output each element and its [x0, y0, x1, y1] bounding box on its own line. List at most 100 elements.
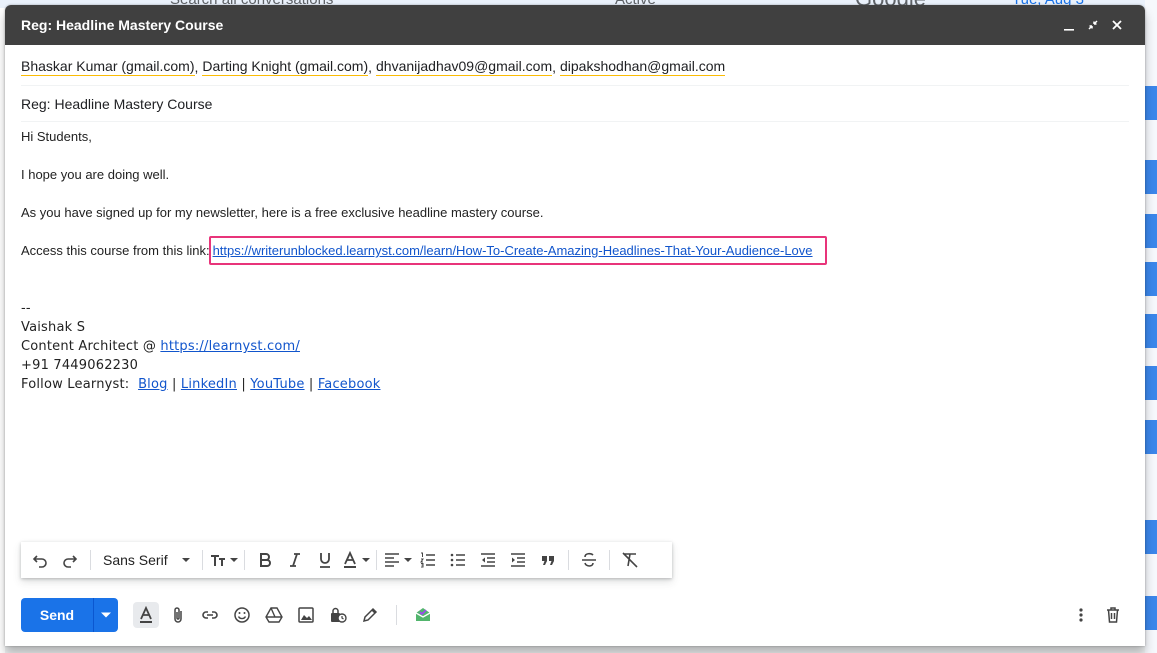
subject-field[interactable]: Reg: Headline Mastery Course: [21, 86, 1129, 122]
background-strip: [1145, 214, 1157, 248]
signature-name: Vaishak S: [21, 320, 86, 335]
body-greeting: Hi Students,: [21, 129, 92, 144]
redo-button[interactable]: [56, 546, 84, 574]
strikethrough-icon: [581, 552, 596, 567]
bold-button[interactable]: [251, 546, 279, 574]
compose-title: Reg: Headline Mastery Course: [21, 17, 224, 33]
background-strip: [1145, 596, 1157, 630]
indent-less-icon: [480, 553, 495, 567]
more-options-button[interactable]: [1065, 599, 1097, 631]
blog-link[interactable]: Blog: [138, 377, 168, 392]
recipients-field[interactable]: Bhaskar Kumar (gmail.com), Darting Knigh…: [21, 49, 1129, 86]
align-button[interactable]: [383, 546, 412, 574]
chevron-down-icon: [101, 612, 111, 618]
text-format-icon: [140, 606, 152, 623]
chevron-down-icon: [229, 558, 238, 562]
learnyst-link[interactable]: https://learnyst.com/: [160, 339, 300, 354]
text-color-icon: [343, 551, 356, 568]
recipient-chip[interactable]: Darting Knight (gmail.com): [202, 58, 369, 76]
indent-more-button[interactable]: [504, 546, 532, 574]
insert-signature-button[interactable]: [354, 599, 386, 631]
insert-link-button[interactable]: [194, 599, 226, 631]
recipient-separator: ,: [368, 59, 373, 75]
youtube-link[interactable]: YouTube: [250, 377, 304, 392]
font-family-select[interactable]: Sans Serif: [97, 546, 196, 574]
signature-dashes: --: [21, 301, 31, 316]
text-size-icon: [210, 555, 225, 566]
underline-icon: [319, 553, 330, 568]
bold-icon: [259, 553, 271, 567]
background-strip: [1145, 314, 1157, 348]
italic-button[interactable]: [281, 546, 309, 574]
strikethrough-button[interactable]: [575, 546, 603, 574]
formatting-toolbar: Sans Serif: [21, 542, 672, 578]
toolbar-divider: [567, 550, 569, 570]
compose-titlebar[interactable]: Reg: Headline Mastery Course: [5, 5, 1145, 45]
toolbar-divider: [375, 550, 377, 570]
bottom-toolbar: Send: [21, 598, 1129, 632]
text-color-button[interactable]: [341, 546, 370, 574]
background-right-edge: [1145, 0, 1157, 653]
font-size-button[interactable]: [209, 546, 238, 574]
toolbar-divider: [243, 550, 245, 570]
recipient-separator: ,: [552, 59, 556, 75]
chevron-down-icon: [403, 558, 412, 562]
facebook-link[interactable]: Facebook: [318, 377, 381, 392]
insert-emoji-button[interactable]: [226, 599, 258, 631]
addon-button[interactable]: [407, 599, 439, 631]
redo-icon: [63, 555, 78, 568]
background-strip: [1145, 262, 1157, 296]
discard-draft-button[interactable]: [1097, 599, 1129, 631]
undo-icon: [32, 555, 47, 568]
remove-formatting-icon: [622, 552, 638, 568]
compose-window: Reg: Headline Mastery Course Bhaskar Kum…: [5, 5, 1145, 646]
send-button[interactable]: Send: [21, 598, 93, 632]
italic-icon: [289, 553, 300, 567]
signature-role-prefix: Content Architect @: [21, 339, 161, 354]
pen-icon: [362, 607, 378, 623]
chevron-down-icon: [181, 558, 190, 562]
course-link[interactable]: https://writerunblocked.learnyst.com/lea…: [213, 243, 813, 258]
font-family-value: Sans Serif: [103, 552, 168, 568]
recipient-chip[interactable]: dhvanijadhav09@gmail.com: [376, 58, 553, 76]
background-strip: [1145, 160, 1157, 194]
toolbar-divider: [396, 605, 397, 625]
tracking-addon-icon: [415, 608, 431, 621]
paperclip-icon: [174, 607, 182, 623]
emoji-icon: [234, 607, 250, 623]
bulleted-list-icon: [450, 553, 465, 567]
close-icon: [1112, 20, 1122, 30]
highlight-box: https://writerunblocked.learnyst.com/lea…: [208, 236, 827, 265]
toolbar-divider: [90, 550, 91, 570]
insert-drive-button[interactable]: [258, 599, 290, 631]
link-icon: [202, 611, 218, 619]
expand-button[interactable]: [1081, 13, 1105, 37]
minimize-button[interactable]: [1057, 13, 1081, 37]
expand-icon: [1088, 20, 1098, 30]
close-button[interactable]: [1105, 13, 1129, 37]
linkedin-link[interactable]: LinkedIn: [181, 377, 237, 392]
signature-role: Content Architect @ https://learnyst.com…: [21, 339, 300, 354]
background-strip: [1145, 86, 1157, 120]
numbered-list-button[interactable]: [414, 546, 442, 574]
remove-formatting-button[interactable]: [616, 546, 644, 574]
recipient-separator: ,: [194, 59, 199, 75]
indent-less-button[interactable]: [474, 546, 502, 574]
schedule-send-button[interactable]: [93, 598, 118, 632]
formatting-options-button[interactable]: [133, 602, 159, 628]
attach-file-button[interactable]: [162, 599, 194, 631]
background-strip: [1145, 520, 1157, 554]
signature-follow: Follow Learnyst: Blog | LinkedIn | YouTu…: [21, 377, 381, 392]
undo-button[interactable]: [26, 546, 54, 574]
subject-text: Reg: Headline Mastery Course: [21, 95, 213, 112]
quote-button[interactable]: [534, 546, 562, 574]
recipient-chip[interactable]: dipakshodhan@gmail.com: [560, 58, 726, 76]
underline-button[interactable]: [311, 546, 339, 574]
recipient-chip[interactable]: Bhaskar Kumar (gmail.com): [21, 58, 195, 76]
insert-photo-button[interactable]: [290, 599, 322, 631]
quote-icon: [541, 556, 554, 565]
signature-phone: +91 7449062230: [21, 358, 139, 373]
confidential-mode-button[interactable]: [322, 599, 354, 631]
bulleted-list-button[interactable]: [444, 546, 472, 574]
follow-prefix: Follow Learnyst:: [21, 377, 130, 392]
